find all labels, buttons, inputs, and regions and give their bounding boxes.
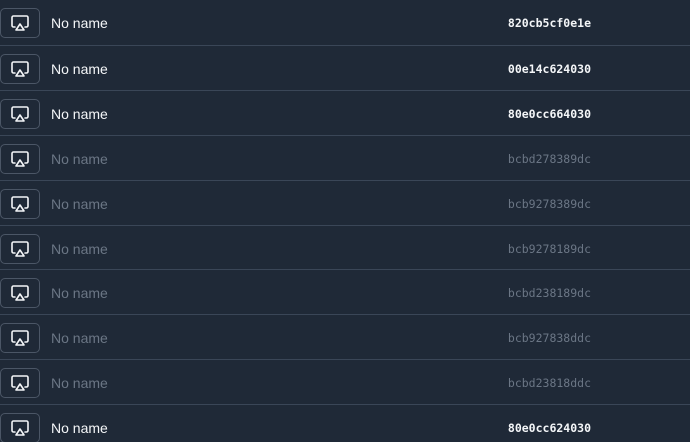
device-row[interactable]: No name 80e0cc664030: [0, 90, 690, 135]
device-id: bcbd23818ddc: [507, 376, 591, 390]
device-name: No name: [51, 420, 108, 436]
airplay-button[interactable]: [0, 278, 40, 308]
airplay-icon: [11, 285, 29, 301]
device-name: No name: [51, 241, 108, 257]
airplay-button[interactable]: [0, 144, 40, 174]
device-name: No name: [51, 106, 108, 122]
device-name: No name: [51, 151, 108, 167]
airplay-icon: [11, 151, 29, 167]
airplay-button[interactable]: [0, 323, 40, 353]
airplay-button[interactable]: [0, 413, 40, 442]
airplay-icon: [11, 196, 29, 212]
device-list: No name 820cb5cf0e1e No name 00e14c62403…: [0, 0, 690, 442]
device-row[interactable]: No name bcb927838ddc: [0, 314, 690, 359]
device-row[interactable]: No name bcb9278389dc: [0, 180, 690, 225]
device-name: No name: [51, 61, 108, 77]
airplay-icon: [11, 330, 29, 346]
device-row[interactable]: No name 80e0cc624030: [0, 404, 690, 442]
device-id: bcb9278389dc: [507, 197, 591, 211]
airplay-button[interactable]: [0, 189, 40, 219]
device-row[interactable]: No name 820cb5cf0e1e: [0, 0, 690, 45]
device-id: 80e0cc664030: [507, 107, 591, 121]
airplay-icon: [11, 420, 29, 436]
device-id: 80e0cc624030: [507, 421, 591, 435]
device-id: 820cb5cf0e1e: [507, 16, 591, 30]
airplay-button[interactable]: [0, 8, 40, 38]
device-row[interactable]: No name bcbd23818ddc: [0, 359, 690, 404]
device-name: No name: [51, 196, 108, 212]
airplay-button[interactable]: [0, 99, 40, 129]
device-row[interactable]: No name bcb9278189dc: [0, 225, 690, 270]
device-name: No name: [51, 330, 108, 346]
airplay-icon: [11, 106, 29, 122]
airplay-button[interactable]: [0, 368, 40, 398]
airplay-icon: [11, 241, 29, 257]
device-row[interactable]: No name bcbd238189dc: [0, 269, 690, 314]
device-id: 00e14c624030: [507, 62, 591, 76]
device-name: No name: [51, 285, 108, 301]
device-id: bcb927838ddc: [507, 331, 591, 345]
airplay-button[interactable]: [0, 54, 40, 84]
device-row[interactable]: No name bcbd278389dc: [0, 135, 690, 180]
device-row[interactable]: No name 00e14c624030: [0, 45, 690, 90]
device-id: bcb9278189dc: [507, 242, 591, 256]
device-name: No name: [51, 375, 108, 391]
device-id: bcbd278389dc: [507, 152, 591, 166]
airplay-button[interactable]: [0, 234, 40, 264]
airplay-icon: [11, 375, 29, 391]
device-id: bcbd238189dc: [507, 286, 591, 300]
device-name: No name: [51, 15, 108, 31]
airplay-icon: [11, 15, 29, 31]
airplay-icon: [11, 61, 29, 77]
